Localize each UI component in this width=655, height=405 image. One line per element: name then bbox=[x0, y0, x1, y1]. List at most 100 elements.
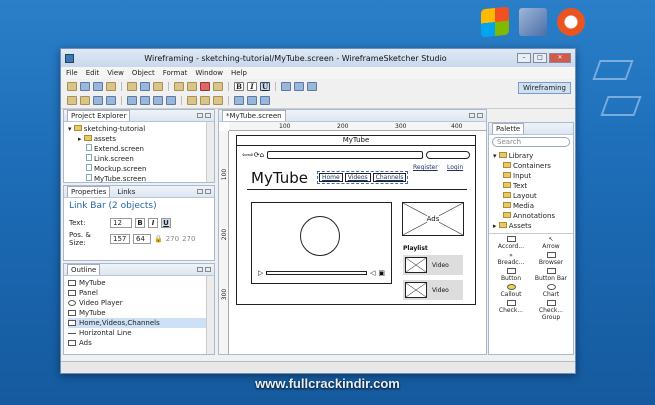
palette-item[interactable]: Check... bbox=[491, 300, 531, 321]
align-center-icon[interactable] bbox=[294, 81, 304, 91]
mockup-nav-link[interactable]: Home bbox=[319, 173, 343, 182]
mockup-horizontal-line[interactable] bbox=[247, 189, 467, 190]
outline-item[interactable]: MyTube bbox=[68, 308, 210, 318]
palette-tree-item[interactable]: Text bbox=[493, 181, 569, 191]
tree-item[interactable]: MyTube.screen bbox=[68, 174, 210, 184]
tree-item[interactable]: ▾ sketching-tutorial bbox=[68, 124, 210, 134]
save-all-icon[interactable] bbox=[93, 81, 103, 91]
palette-item[interactable]: Browser bbox=[531, 252, 571, 266]
h-field[interactable]: 270 bbox=[182, 235, 195, 243]
mockup-link-bar[interactable]: Home Videos Channels bbox=[317, 171, 409, 184]
palette-tree-item[interactable]: ▸ Assets bbox=[493, 221, 569, 231]
zoom-in-icon[interactable] bbox=[234, 95, 244, 105]
w-field[interactable]: 270 bbox=[166, 235, 179, 243]
underline-button[interactable]: U bbox=[260, 81, 270, 91]
snap-icon[interactable] bbox=[213, 95, 223, 105]
menu-help[interactable]: Help bbox=[231, 69, 247, 77]
mockup-ads[interactable]: Ads bbox=[402, 202, 464, 236]
zoom-out-icon[interactable] bbox=[247, 95, 257, 105]
outline-item[interactable]: Horizontal Line bbox=[68, 328, 210, 338]
palette-tree-item[interactable]: Layout bbox=[493, 191, 569, 201]
ungroup-icon[interactable] bbox=[80, 95, 90, 105]
palette-item[interactable]: Callout bbox=[491, 284, 531, 298]
new-icon[interactable] bbox=[67, 81, 77, 91]
tab-properties[interactable]: Properties bbox=[67, 186, 111, 197]
mockup-register-link[interactable]: Register bbox=[413, 164, 438, 171]
y-field[interactable]: 64 bbox=[133, 233, 151, 244]
cut-icon[interactable] bbox=[127, 81, 137, 91]
align-left-icon[interactable] bbox=[281, 81, 291, 91]
undo-icon[interactable] bbox=[174, 81, 184, 91]
grid-icon[interactable] bbox=[200, 95, 210, 105]
outline-item[interactable]: MyTube bbox=[68, 278, 210, 288]
perspective-wireframing[interactable]: Wireframing bbox=[517, 82, 571, 94]
outline-item[interactable]: Ads bbox=[68, 338, 210, 348]
align-bottom-icon[interactable] bbox=[166, 95, 176, 105]
outline-item[interactable]: Panel bbox=[68, 288, 210, 298]
palette-tree-item[interactable]: Input bbox=[493, 171, 569, 181]
menu-file[interactable]: File bbox=[66, 69, 78, 77]
italic-toggle[interactable]: I bbox=[148, 217, 158, 228]
menu-window[interactable]: Window bbox=[195, 69, 223, 77]
outline-item[interactable]: Video Player bbox=[68, 298, 210, 308]
x-field[interactable]: 157 bbox=[110, 233, 130, 244]
align-middle-icon[interactable] bbox=[153, 95, 163, 105]
delete-icon[interactable] bbox=[200, 81, 210, 91]
menu-format[interactable]: Format bbox=[163, 69, 188, 77]
palette-item[interactable]: ↖ Arrow bbox=[531, 236, 571, 250]
save-icon[interactable] bbox=[80, 81, 90, 91]
lock-icon[interactable] bbox=[187, 95, 197, 105]
project-explorer-tab[interactable]: Project Explorer bbox=[67, 110, 131, 121]
tree-item[interactable]: Mockup.screen bbox=[68, 164, 210, 174]
palette-item[interactable]: Button bbox=[491, 268, 531, 282]
mockup-brand[interactable]: MyTube bbox=[251, 169, 308, 187]
menu-object[interactable]: Object bbox=[132, 69, 155, 77]
editor-tab[interactable]: *MyTube.screen bbox=[222, 110, 286, 121]
redo-icon[interactable] bbox=[187, 81, 197, 91]
paste-icon[interactable] bbox=[153, 81, 163, 91]
underline-toggle[interactable]: U bbox=[161, 217, 171, 228]
palette-tree-item[interactable]: Annotations bbox=[493, 211, 569, 221]
align-right-icon[interactable] bbox=[307, 81, 317, 91]
palette-item[interactable]: Button Bar bbox=[531, 268, 571, 282]
group-icon[interactable] bbox=[67, 95, 77, 105]
mockup-playlist-item[interactable]: Video bbox=[403, 255, 463, 275]
palette-item[interactable]: Accord... bbox=[491, 236, 531, 250]
mockup-playlist-item[interactable]: Video bbox=[403, 280, 463, 300]
minimize-button[interactable]: – bbox=[517, 53, 531, 63]
align-top-icon[interactable] bbox=[140, 95, 150, 105]
mockup-login-link[interactable]: Login bbox=[447, 164, 463, 171]
menu-view[interactable]: View bbox=[107, 69, 124, 77]
copy-icon[interactable] bbox=[140, 81, 150, 91]
send-back-icon[interactable] bbox=[106, 95, 116, 105]
bold-toggle[interactable]: B bbox=[135, 217, 145, 228]
print-icon[interactable] bbox=[106, 81, 116, 91]
maximize-button[interactable]: □ bbox=[533, 53, 547, 63]
palette-item[interactable]: » Breadc... bbox=[491, 252, 531, 266]
mockup-nav-link[interactable]: Videos bbox=[344, 173, 371, 182]
close-button[interactable]: ✕ bbox=[549, 53, 571, 63]
palette-item[interactable]: Check... Group bbox=[531, 300, 571, 321]
outline-tab[interactable]: Outline bbox=[67, 264, 101, 275]
tree-item[interactable]: Link.screen bbox=[68, 154, 210, 164]
browser-mockup[interactable]: MyTube ⇦⇨⟳⌂ MyTube Home Videos Channels … bbox=[236, 135, 476, 305]
palette-tab[interactable]: Palette bbox=[492, 123, 525, 134]
tree-item[interactable]: ▸ assets bbox=[68, 134, 210, 144]
palette-search[interactable]: Search bbox=[492, 137, 570, 147]
palette-tree-item[interactable]: Media bbox=[493, 201, 569, 211]
distribute-icon[interactable] bbox=[127, 95, 137, 105]
mockup-video-player[interactable]: ▷ ◁ ▣ bbox=[251, 202, 392, 284]
palette-tree-item[interactable]: Containers bbox=[493, 161, 569, 171]
mockup-playlist-label[interactable]: Playlist bbox=[403, 245, 428, 252]
bold-button[interactable]: B bbox=[234, 81, 244, 91]
tab-links[interactable]: Links bbox=[114, 188, 138, 196]
mockup-nav-link[interactable]: Channels bbox=[372, 173, 407, 182]
italic-button[interactable]: I bbox=[247, 81, 257, 91]
scrollbar[interactable] bbox=[206, 276, 214, 354]
menu-edit[interactable]: Edit bbox=[86, 69, 100, 77]
zoom-fit-icon[interactable] bbox=[260, 95, 270, 105]
font-size-select[interactable]: 12 bbox=[110, 217, 132, 228]
tree-item[interactable]: Extend.screen bbox=[68, 144, 210, 154]
wireframe-canvas[interactable]: MyTube ⇦⇨⟳⌂ MyTube Home Videos Channels … bbox=[229, 131, 486, 354]
scrollbar[interactable] bbox=[206, 122, 214, 182]
